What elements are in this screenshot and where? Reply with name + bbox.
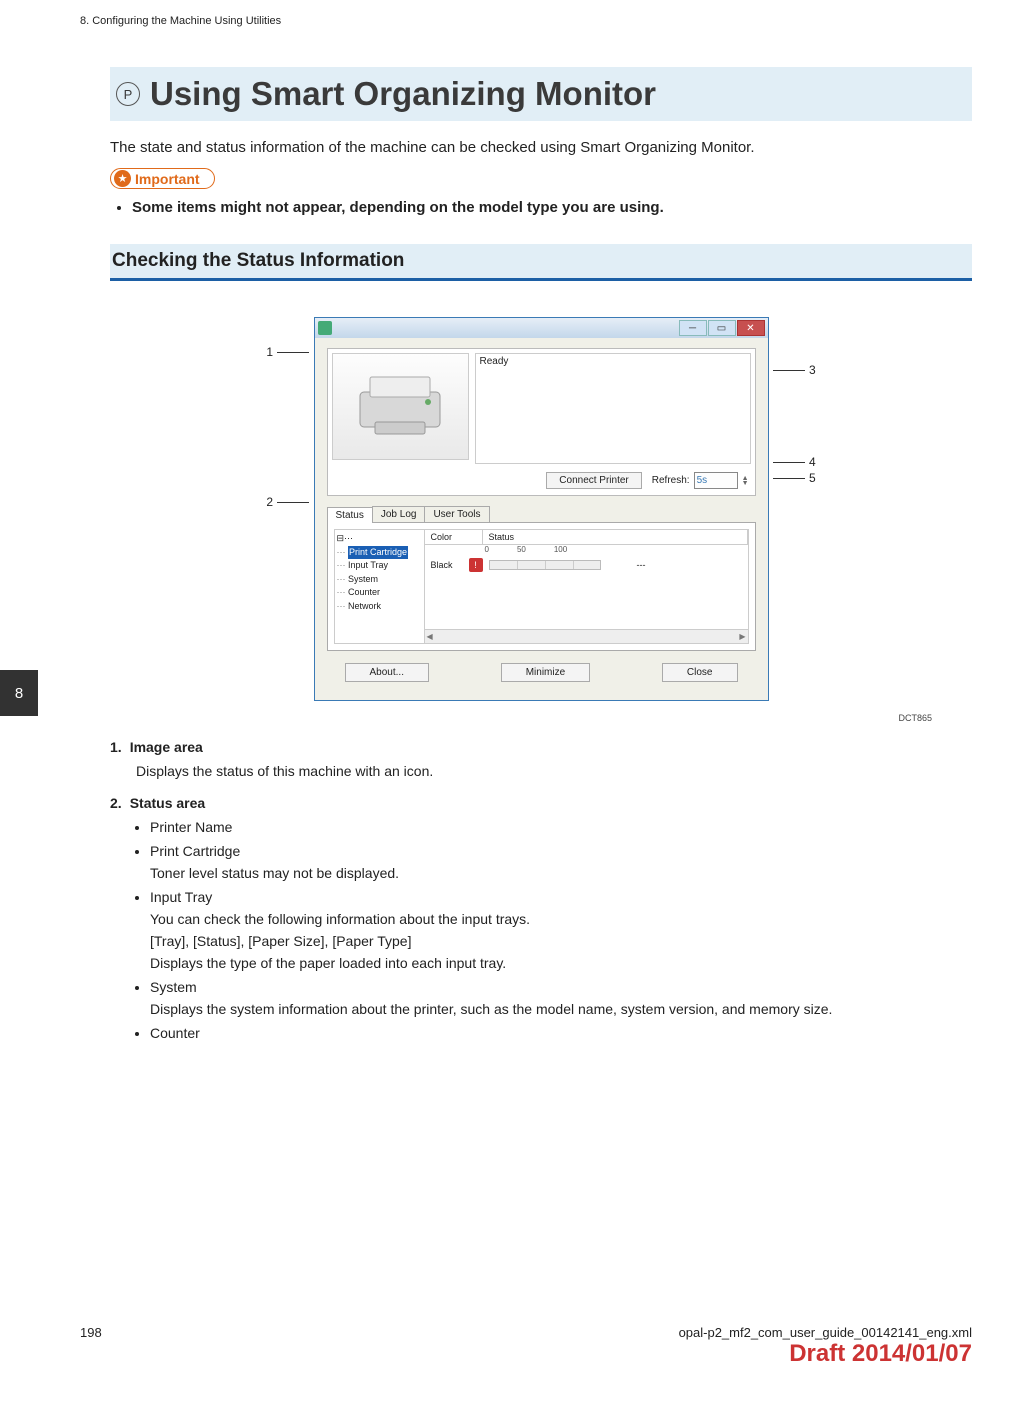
connect-printer-button[interactable]: Connect Printer [546,472,641,489]
d2-printer-name: Printer Name [150,819,972,835]
important-list: Some items might not appear, depending o… [132,199,972,216]
app-icon [318,321,332,335]
tree-root[interactable]: ⊟⋯ [337,532,422,546]
tab-status[interactable]: Status [327,507,373,523]
refresh-interval-input[interactable]: 5s [694,472,738,489]
minimize-icon[interactable]: ─ [679,320,707,336]
printer-badge-icon: P [116,82,140,106]
printer-image [332,353,469,460]
toner-color-label: Black [431,560,463,570]
callout-3: 3 [769,363,816,377]
tab-user-tools[interactable]: User Tools [424,506,489,522]
def-1-desc: Displays the status of this machine with… [136,763,972,779]
d2-system: System Displays the system information a… [150,979,972,1017]
callout-4: 4 [769,455,816,469]
figure-code: DCT865 [110,713,972,723]
running-head: 8. Configuring the Machine Using Utiliti… [80,15,972,27]
important-label: Important [135,171,200,187]
toner-row: Black ! --- [425,554,748,576]
refresh-label: Refresh: [652,475,690,486]
def-2-title: 2.Status area [110,795,972,811]
status-tree[interactable]: ⊟⋯ Print Cartridge Input Tray System Cou… [334,529,425,644]
toner-value: --- [637,560,646,570]
tab-job-log[interactable]: Job Log [372,506,426,522]
page-footer: 198 opal-p2_mf2_com_user_guide_00142141_… [80,1325,972,1340]
close-button[interactable]: Close [662,663,738,682]
tree-input-tray[interactable]: Input Tray [337,559,422,573]
chapter-tab: 8 [0,670,38,716]
d2-print-cartridge: Print Cartridge Toner level status may n… [150,843,972,881]
callout-1: 1 [266,345,313,359]
source-file: opal-p2_mf2_com_user_guide_00142141_eng.… [679,1325,972,1340]
star-icon: ★ [114,170,131,187]
tree-system[interactable]: System [337,573,422,587]
d2-input-tray: Input Tray You can check the following i… [150,889,972,971]
important-badge: ★ Important [110,168,215,189]
title-text: Using Smart Organizing Monitor [150,75,656,113]
window-controls: ─ ▭ ✕ [679,320,765,336]
spinner-icon[interactable]: ▲▼ [742,476,749,486]
toner-meter [489,560,601,570]
col-color: Color [425,530,483,544]
callout-5: 5 [769,471,816,485]
callout-2: 2 [266,495,313,509]
app-window: ─ ▭ ✕ [314,317,769,701]
minimize-button[interactable]: Minimize [501,663,590,682]
d2-counter: Counter [150,1025,972,1041]
maximize-icon[interactable]: ▭ [708,320,736,336]
def-1-title: 1.Image area [110,739,972,755]
intro-text: The state and status information of the … [110,139,972,156]
detail-pane: Color Status 050100 Black ! --- ◀▶ [425,529,749,644]
horizontal-scrollbar[interactable]: ◀▶ [425,629,748,643]
toner-warning-icon: ! [469,558,483,572]
page-title: P Using Smart Organizing Monitor [116,75,964,113]
tree-print-cartridge[interactable]: Print Cartridge [348,546,408,560]
important-item: Some items might not appear, depending o… [132,199,972,216]
scale-row: 050100 [425,545,748,554]
tab-bar: Status Job Log User Tools [327,506,756,522]
tree-network[interactable]: Network [337,600,422,614]
figure: 1 2 3 4 5 ─ ▭ ✕ [110,303,972,707]
close-icon[interactable]: ✕ [737,320,765,336]
status-message-box: Ready [475,353,751,464]
section-heading: Checking the Status Information [110,244,972,281]
printer-icon [350,372,450,442]
about-button[interactable]: About... [345,663,429,682]
title-block: P Using Smart Organizing Monitor [110,67,972,121]
draft-stamp: Draft 2014/01/07 [789,1340,972,1368]
titlebar: ─ ▭ ✕ [315,318,768,338]
page-number: 198 [80,1325,102,1340]
tree-counter[interactable]: Counter [337,586,422,600]
col-status: Status [483,530,748,544]
